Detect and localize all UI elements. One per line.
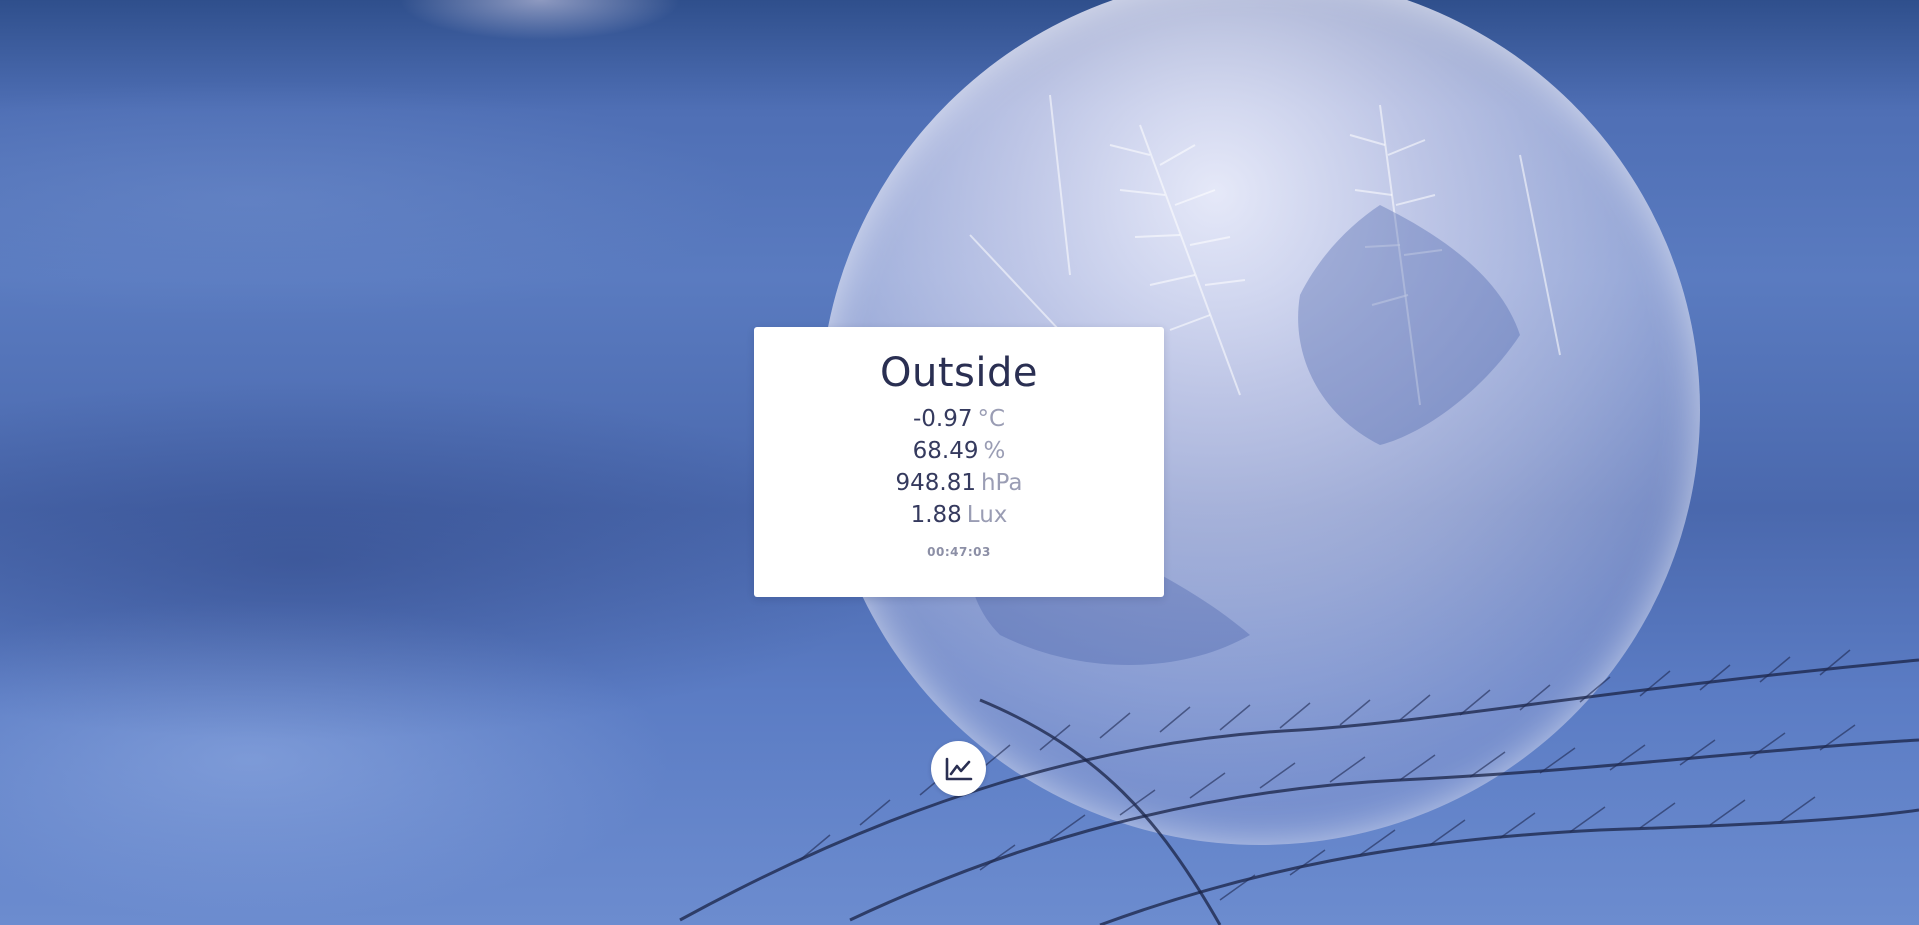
temperature-reading: -0.97 °C: [754, 403, 1164, 435]
last-updated-time: 00:47:03: [927, 545, 991, 559]
light-unit: Lux: [966, 502, 1008, 528]
line-chart-icon: [945, 757, 972, 780]
humidity-value: 68.49: [912, 438, 979, 464]
light-reading: 1.88 Lux: [754, 499, 1164, 531]
frosted-branches: [679, 649, 1919, 925]
pressure-reading: 948.81 hPa: [754, 467, 1164, 499]
pressure-value: 948.81: [895, 470, 976, 496]
temperature-unit: °C: [977, 406, 1006, 432]
temperature-value: -0.97: [912, 406, 973, 432]
chart-button[interactable]: [931, 741, 986, 796]
humidity-reading: 68.49%: [754, 435, 1164, 467]
sensor-card: Outside -0.97 °C 68.49% 948.81 hPa 1.88 Lux…: [754, 327, 1164, 597]
humidity-unit: %: [983, 438, 1006, 464]
light-value: 1.88: [910, 502, 962, 528]
readings-list: -0.97 °C 68.49% 948.81 hPa 1.88 Lux: [754, 403, 1164, 531]
location-title: Outside: [880, 350, 1038, 396]
pressure-unit: hPa: [980, 470, 1023, 496]
